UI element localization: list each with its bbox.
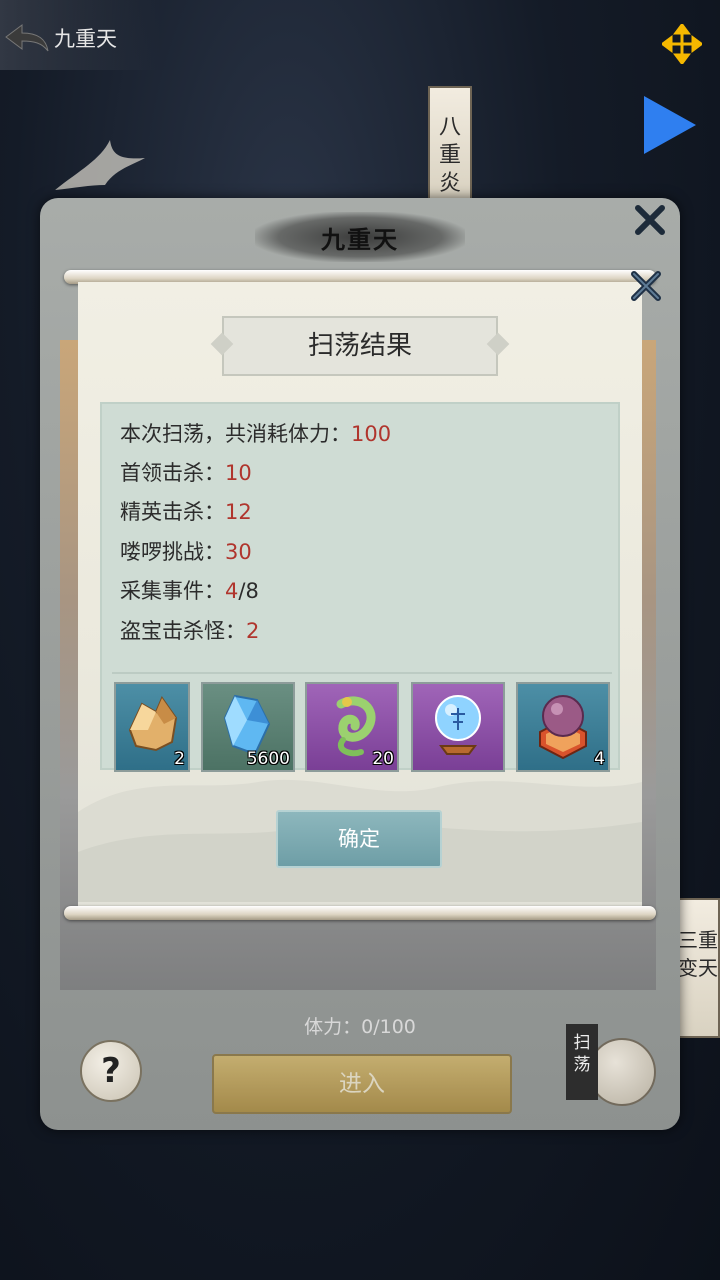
- back-arrow-icon: [5, 24, 49, 52]
- result-title-box: 扫荡结果: [222, 316, 498, 376]
- back-title: 九重天: [54, 27, 117, 51]
- crystal-orb-icon: [435, 695, 481, 755]
- reward-item[interactable]: 20: [305, 682, 399, 772]
- dialog-close-icon[interactable]: [628, 268, 664, 304]
- reward-item[interactable]: 2: [114, 682, 190, 772]
- sweep-badge: 扫荡: [566, 1024, 598, 1100]
- stat-value: 100: [351, 422, 392, 446]
- reward-item[interactable]: 4: [516, 682, 610, 772]
- stat-value: 30: [225, 540, 252, 564]
- stat-label: 盗宝击杀怪：: [120, 619, 246, 643]
- stat-label: 本次扫荡，共消耗体力：: [120, 422, 351, 446]
- outer-panel-title: 九重天: [321, 225, 399, 254]
- reward-count: 2: [174, 749, 185, 769]
- stat-row: 本次扫荡，共消耗体力：100: [120, 416, 391, 452]
- result-title: 扫荡结果: [307, 331, 412, 361]
- reward-item[interactable]: [411, 682, 505, 772]
- side-tag-lower-label: 三重变天: [678, 928, 718, 980]
- reward-item[interactable]: 5600: [201, 682, 295, 772]
- reward-count: 5600: [246, 749, 290, 769]
- enter-button[interactable]: 进入: [212, 1054, 512, 1114]
- sweep-button[interactable]: [588, 1038, 656, 1106]
- crane-emblem-icon: [55, 140, 145, 190]
- confirm-button[interactable]: 确定: [276, 810, 442, 868]
- stat-row: 采集事件：4/8: [120, 573, 259, 609]
- side-tag-lower[interactable]: 三重变天: [676, 898, 720, 1038]
- result-stats-panel: 本次扫荡，共消耗体力：100 首领击杀：10 精英击杀：12 喽啰挑战：30 采…: [100, 402, 620, 772]
- outer-close-icon[interactable]: [632, 202, 668, 238]
- stat-label: 喽啰挑战：: [120, 540, 225, 564]
- back-button[interactable]: 九重天: [4, 18, 154, 58]
- move-icon[interactable]: [662, 24, 702, 64]
- help-button[interactable]: ?: [80, 1040, 142, 1102]
- stat-row: 首领击杀：10: [120, 455, 252, 491]
- reward-count: 20: [372, 749, 394, 769]
- stat-row: 盗宝击杀怪：2: [120, 613, 259, 649]
- play-icon[interactable]: [636, 92, 702, 158]
- stat-value: 4: [225, 579, 239, 603]
- stat-row: 精英击杀：12: [120, 494, 252, 530]
- side-tag-upper[interactable]: 八重炎: [428, 86, 472, 200]
- stat-label: 精英击杀：: [120, 500, 225, 524]
- stat-label: 采集事件：: [120, 579, 225, 603]
- stat-value: 10: [225, 461, 252, 485]
- reward-count: 4: [594, 749, 605, 769]
- stat-value: 12: [225, 500, 252, 524]
- side-tag-upper-label: 八重炎: [438, 115, 461, 196]
- reward-list: 2 5600 20 4: [112, 672, 612, 772]
- stat-label: 首领击杀：: [120, 461, 225, 485]
- stat-row: 喽啰挑战：30: [120, 534, 252, 570]
- stat-suffix: /8: [238, 579, 259, 603]
- sweep-result-dialog: 扫荡结果 本次扫荡，共消耗体力：100 首领击杀：10 精英击杀：12 喽啰挑战…: [78, 282, 642, 910]
- stat-value: 2: [246, 619, 260, 643]
- purple-pearl-icon: [539, 695, 587, 760]
- scroll-rod-bottom: [64, 906, 656, 920]
